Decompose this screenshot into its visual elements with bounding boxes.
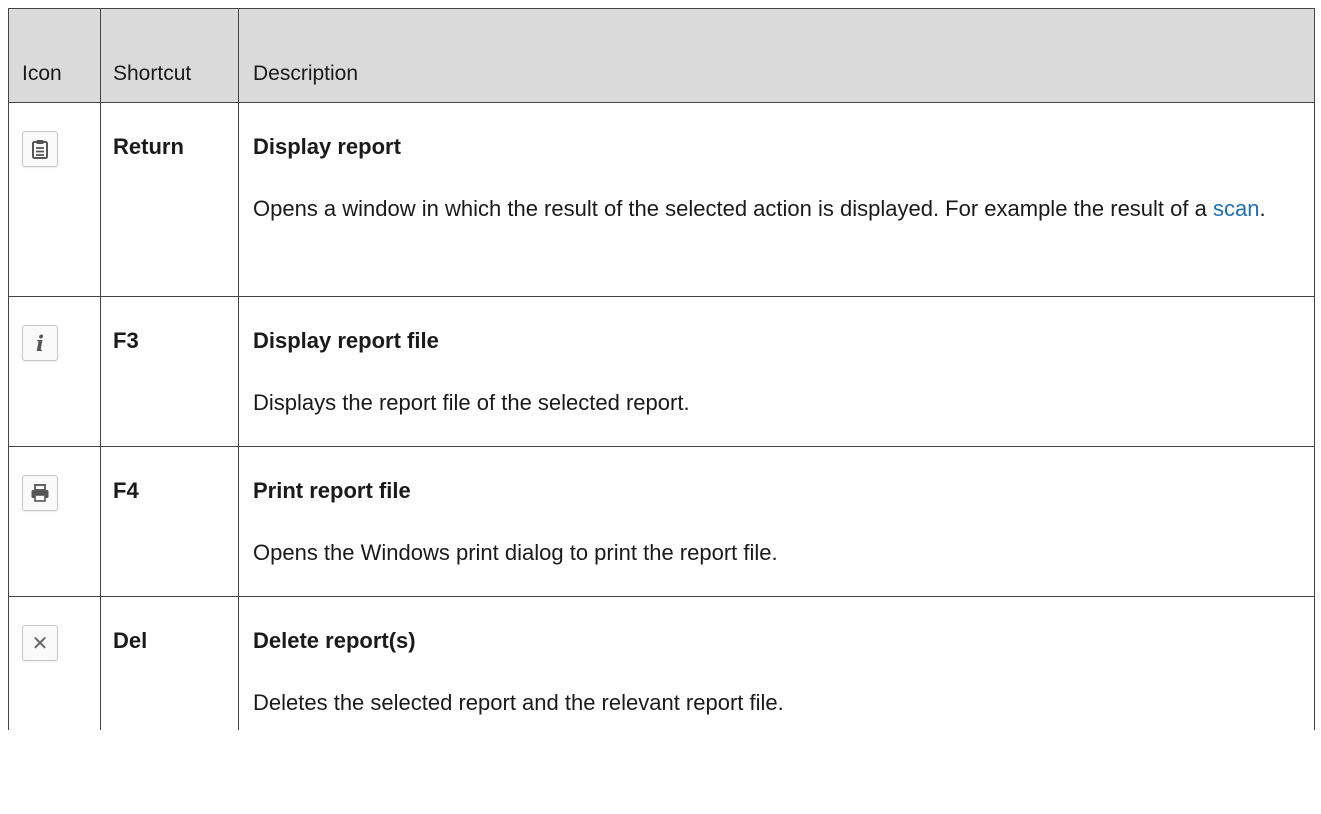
- description-text: Deletes the selected report and the rele…: [253, 690, 784, 715]
- shortcut-return: Return: [100, 102, 239, 297]
- page: Icon Shortcut Description Return Display…: [0, 0, 1321, 814]
- description-cell: Print report file Opens the Windows prin…: [238, 446, 1315, 597]
- table-row: Return Display report Opens a window in …: [8, 102, 1315, 297]
- description-text: Opens the Windows print dialog to print …: [253, 540, 778, 565]
- description-cell: Display report Opens a window in which t…: [238, 102, 1315, 297]
- table-row: F4 Print report file Opens the Windows p…: [8, 446, 1315, 597]
- printer-icon[interactable]: [22, 475, 58, 511]
- shortcut-f4: F4: [100, 446, 239, 597]
- description-cell: Display report file Displays the report …: [238, 296, 1315, 447]
- description-text-after: .: [1259, 196, 1266, 221]
- shortcuts-table: Icon Shortcut Description Return Display…: [8, 8, 1315, 730]
- description-text: Displays the report file of the selected…: [253, 390, 690, 415]
- description-cell: Delete report(s) Deletes the selected re…: [238, 596, 1315, 730]
- header-icon: Icon: [8, 8, 101, 103]
- shortcut-f3: F3: [100, 296, 239, 447]
- table-row: ✕ Del Delete report(s) Deletes the selec…: [8, 596, 1315, 730]
- description-title: Display report: [253, 134, 401, 159]
- icon-cell: ✕: [8, 596, 101, 730]
- icon-cell: [8, 446, 101, 597]
- clipboard-report-icon[interactable]: [22, 131, 58, 167]
- description-title: Delete report(s): [253, 628, 416, 653]
- icon-cell: i: [8, 296, 101, 447]
- description-text: Opens a window in which the result of th…: [253, 194, 1294, 223]
- scan-link[interactable]: scan: [1213, 196, 1259, 221]
- header-shortcut: Shortcut: [100, 8, 239, 103]
- description-title: Print report file: [253, 478, 411, 503]
- description-text-before: Opens a window in which the result of th…: [253, 196, 1213, 221]
- table-header-row: Icon Shortcut Description: [8, 8, 1315, 103]
- header-description: Description: [238, 8, 1315, 103]
- delete-x-icon[interactable]: ✕: [22, 625, 58, 661]
- icon-cell: [8, 102, 101, 297]
- shortcut-del: Del: [100, 596, 239, 730]
- info-icon[interactable]: i: [22, 325, 58, 361]
- table-row: i F3 Display report file Displays the re…: [8, 296, 1315, 447]
- description-title: Display report file: [253, 328, 439, 353]
